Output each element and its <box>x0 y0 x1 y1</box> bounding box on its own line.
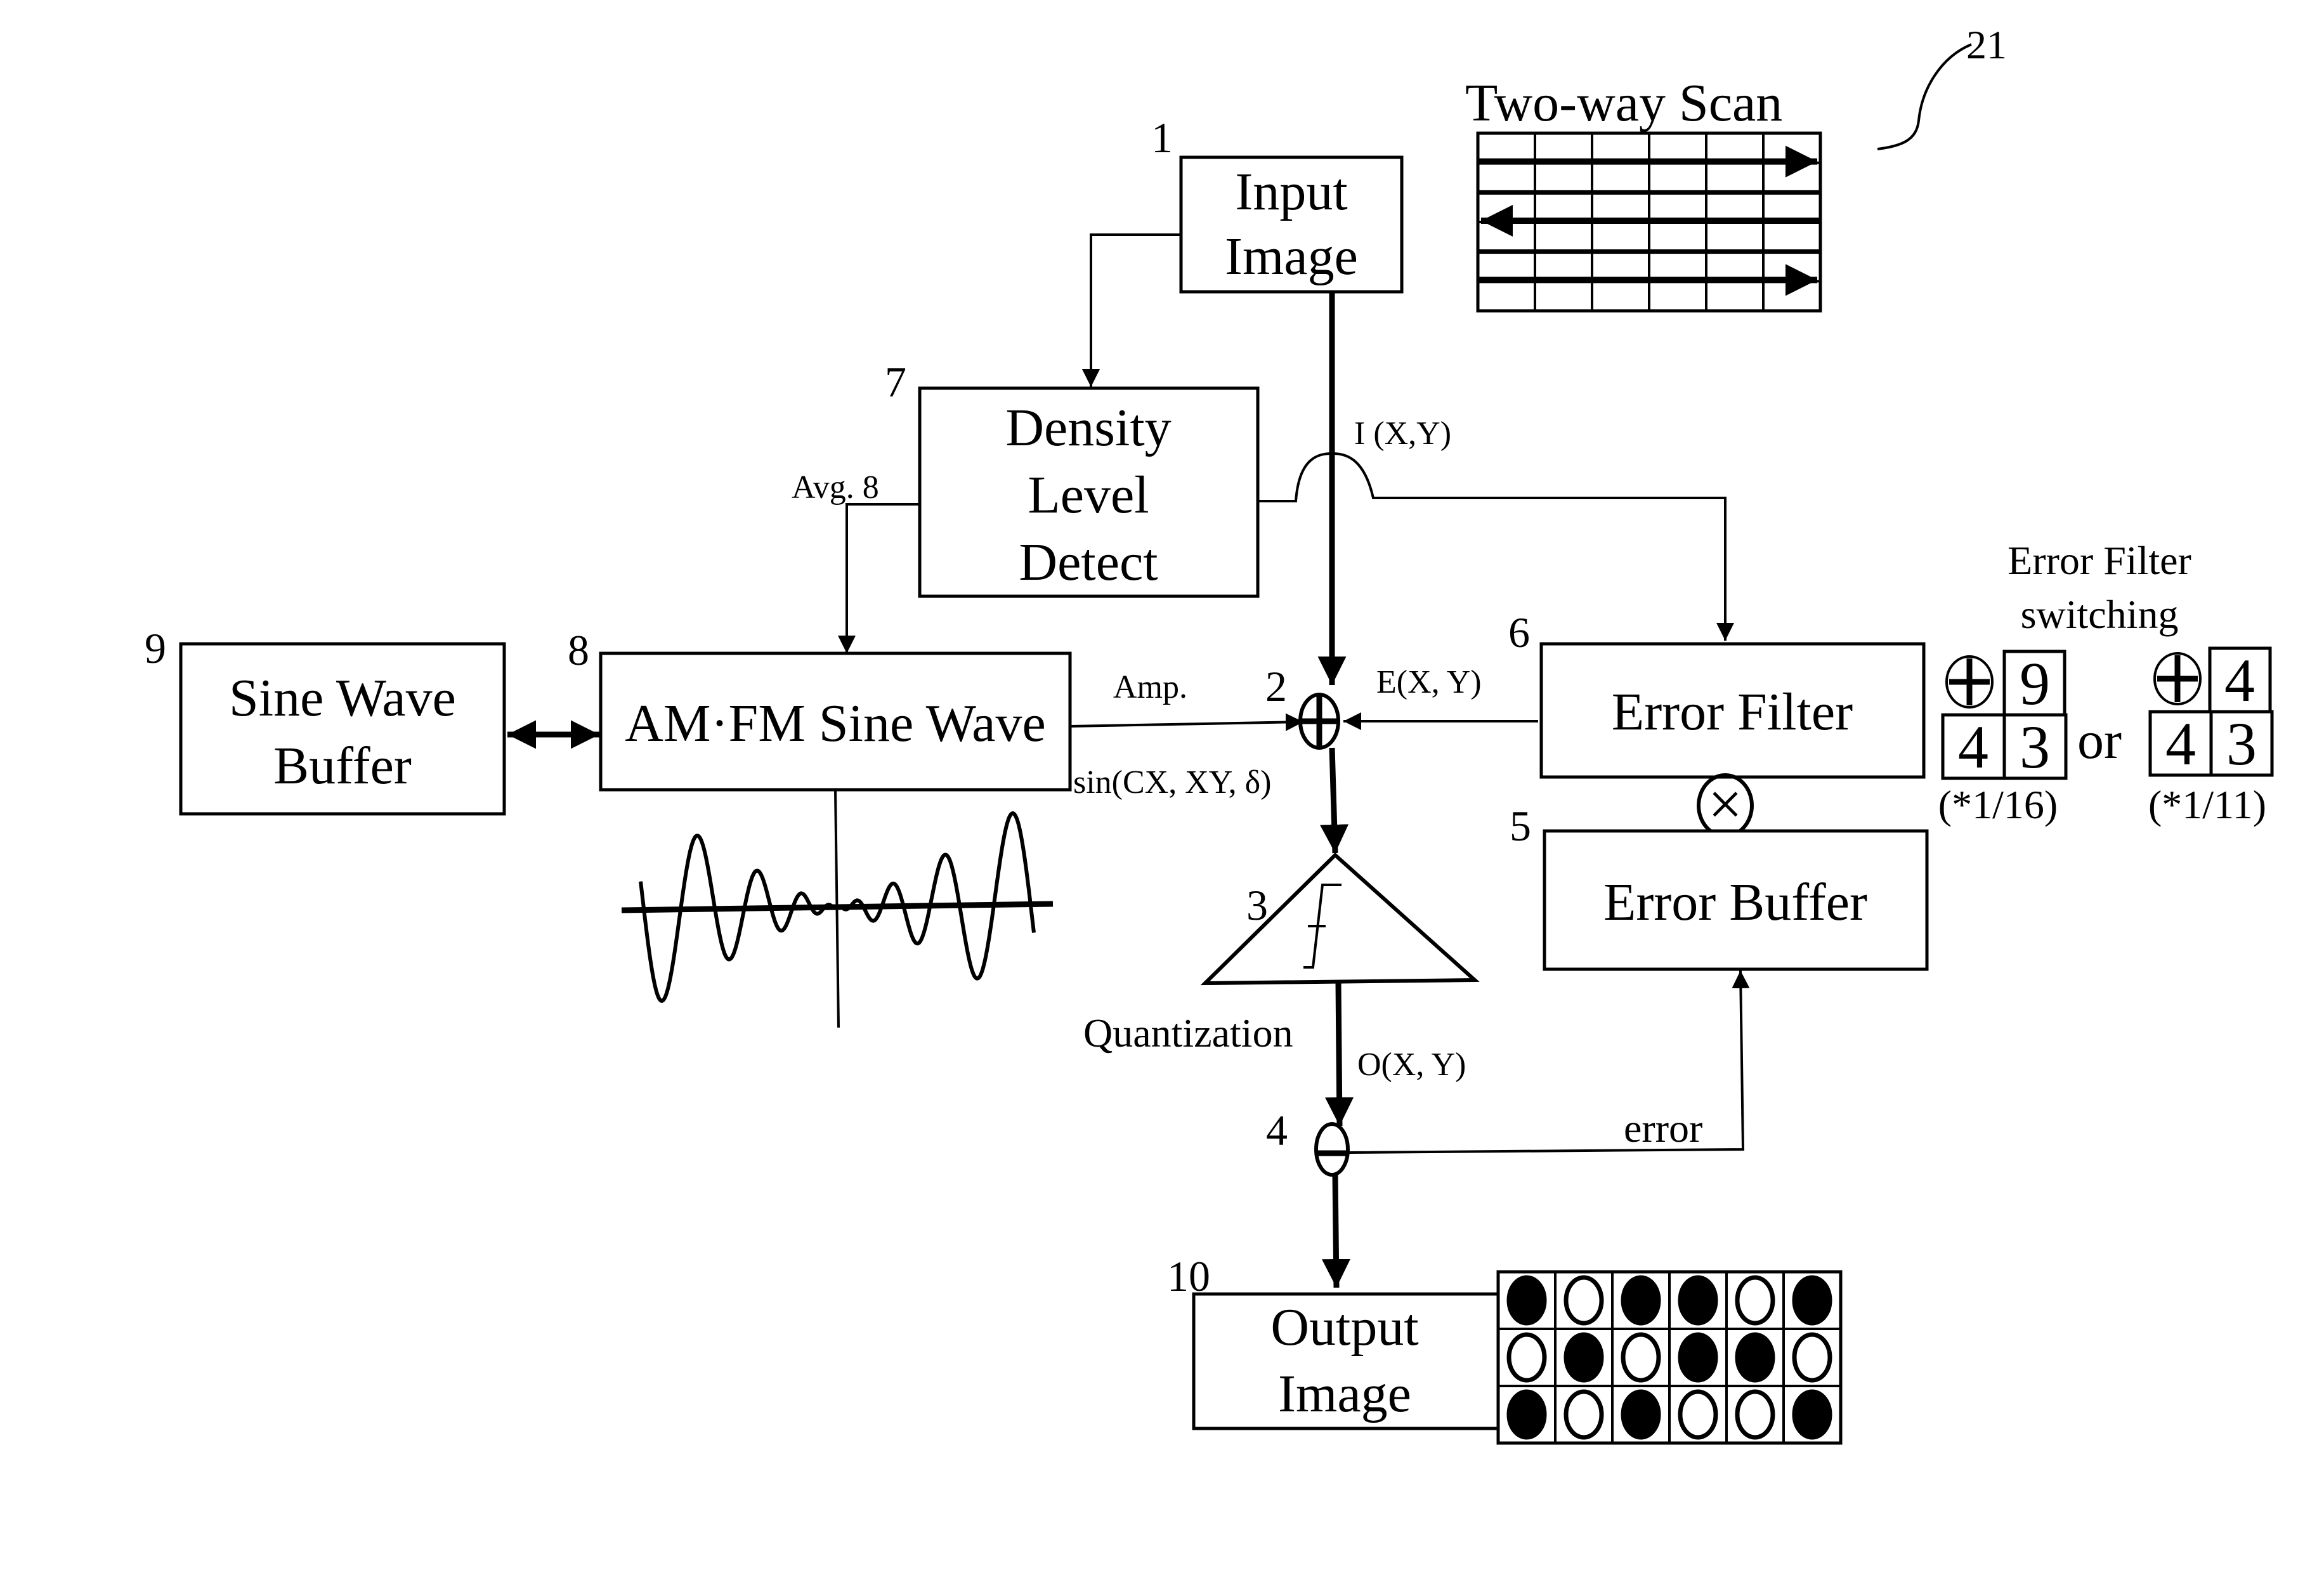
sine-buffer-label-line1: Sine Wave <box>229 669 456 728</box>
reference-leader-line <box>1877 43 1972 150</box>
amfm-number: 8 <box>568 626 589 674</box>
output-dot-grid <box>1496 1270 1843 1445</box>
kernel-b-bl-value: 4 <box>2165 710 2196 778</box>
output-dot-filled <box>1678 1332 1718 1383</box>
quantizer-step-icon <box>1303 884 1342 969</box>
input-image-label-line1: Input <box>1235 162 1347 221</box>
subtractor-number: 4 <box>1266 1106 1288 1154</box>
input-image-number: 1 <box>1151 114 1173 162</box>
output-dot-filled <box>1563 1332 1604 1383</box>
output-dot-filled <box>1506 1275 1547 1326</box>
density-detect-number: 7 <box>885 358 906 406</box>
output-dot-filled <box>1792 1389 1832 1440</box>
kernel-a-top-value: 9 <box>2020 650 2050 717</box>
subtractor-to-output-arrow <box>1321 1174 1350 1288</box>
output-dot-empty <box>1506 1332 1547 1383</box>
kernel-b-scale: (*1/11) <box>2148 782 2266 827</box>
output-dot-empty <box>1621 1332 1661 1383</box>
error-filter-label: Error Filter <box>1612 683 1853 742</box>
adder-number: 2 <box>1265 662 1287 710</box>
error-filter-number: 6 <box>1508 608 1530 657</box>
sine-buffer-label-line2: Buffer <box>273 736 412 795</box>
output-dot-empty <box>1563 1275 1604 1326</box>
quantizer-label: Quantization <box>1083 1010 1293 1055</box>
error-signal-in-label: E(X, Y) <box>1376 664 1482 700</box>
kernel-a-scale: (*1/16) <box>1938 782 2058 827</box>
output-dot-filled <box>1506 1389 1547 1440</box>
sine-buffer-number: 9 <box>145 624 166 672</box>
multiply-icon: × <box>1708 770 1742 838</box>
output-dot-empty <box>1678 1389 1718 1440</box>
error-signal-label: error <box>1624 1106 1702 1151</box>
density-label-line1: Density <box>1005 398 1171 457</box>
error-buffer-label: Error Buffer <box>1603 873 1867 932</box>
density-label-line2: Level <box>1028 466 1149 525</box>
output-dot-filled <box>1678 1275 1718 1326</box>
output-signal-label: O(X, Y) <box>1357 1047 1466 1083</box>
density-to-amfm-arrow <box>838 503 920 653</box>
scan-title: Two-way Scan <box>1465 74 1782 133</box>
output-dot-filled <box>1792 1275 1832 1326</box>
error-buffer-number: 5 <box>1510 802 1531 850</box>
figure-reference-numeral: 21 <box>1966 22 2007 67</box>
output-image-label-line2: Image <box>1278 1364 1411 1423</box>
two-way-scan-grid <box>1476 131 1822 313</box>
kernel-a-br-value: 3 <box>2020 713 2050 781</box>
kernel-a-bl-value: 4 <box>1958 713 1988 781</box>
quantizer-triangle <box>1200 852 1480 986</box>
output-image-label-line1: Output <box>1270 1298 1418 1357</box>
halftone-block-diagram: 21 1 Input Image Two-way Scan 7 Density … <box>145 22 2274 1445</box>
avg-signal-label: Avg. 8 <box>792 469 879 506</box>
kernel-b-top-value: 4 <box>2224 646 2255 714</box>
input-to-density-arrow <box>1082 233 1181 387</box>
density-to-error-filter-arrow <box>1258 452 1734 641</box>
adder-to-quantizer-arrow <box>1320 747 1349 854</box>
input-signal-label: I (X,Y) <box>1354 415 1451 452</box>
output-dot-filled <box>1621 1275 1661 1326</box>
output-dot-empty <box>1735 1275 1775 1326</box>
amfm-label: AM·FM Sine Wave <box>625 694 1046 753</box>
output-dot-empty <box>1792 1332 1832 1383</box>
switching-title-line1: Error Filter <box>2007 538 2191 583</box>
density-label-line3: Detect <box>1019 533 1158 592</box>
output-dot-filled <box>1735 1332 1775 1383</box>
quantizer-to-subtractor-arrow <box>1325 981 1354 1127</box>
output-dot-empty <box>1563 1389 1604 1440</box>
error-filter-kernel-b: 4 4 3 (*1/11) <box>2148 646 2274 827</box>
output-dot-empty <box>1735 1389 1775 1440</box>
switching-or-label: or <box>2077 711 2122 770</box>
error-filter-kernel-a: 9 4 3 (*1/16) <box>1938 650 2068 827</box>
amp-signal-label: Amp. <box>1113 669 1187 705</box>
output-dot-filled <box>1621 1389 1661 1440</box>
kernel-b-br-value: 3 <box>2226 710 2257 778</box>
switching-title-line2: switching <box>2021 592 2179 637</box>
input-image-label-line2: Image <box>1225 227 1358 286</box>
amfm-to-adder-arrow <box>1069 713 1304 731</box>
sine-signal-label: sin(CX, XY, δ) <box>1073 764 1271 801</box>
subtractor-circle <box>1314 1122 1350 1177</box>
